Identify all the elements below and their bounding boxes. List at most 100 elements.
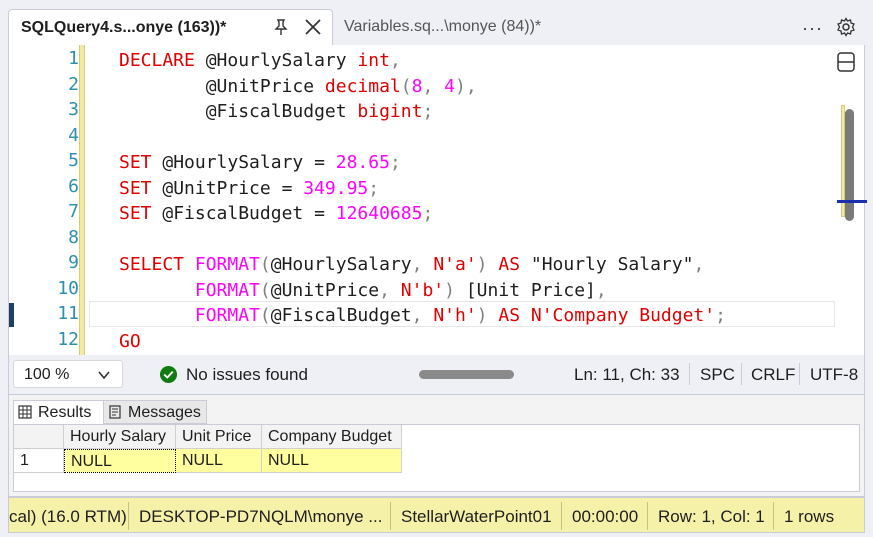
server-version: cal) (16.0 RTM) [9, 507, 127, 526]
divider [561, 502, 562, 530]
line-number: 5 [68, 150, 79, 171]
code-token: ; [368, 177, 380, 199]
pin-icon[interactable] [271, 17, 291, 37]
code-token: , [379, 279, 401, 301]
grid-cell[interactable]: NULL [64, 449, 176, 473]
code-token: , [389, 50, 401, 71]
gear-icon[interactable] [836, 17, 856, 37]
tab-sqlquery4-title: SQLQuery4.s...onye (163))* [21, 19, 227, 36]
vertical-scrollbar[interactable] [837, 105, 867, 355]
row-col-position: Row: 1, Col: 1 [658, 507, 765, 526]
line-ending[interactable]: CRLF [751, 365, 795, 385]
editor-status-bar: 100 % No issues found Ln: 11, Ch: 33 SPC… [8, 355, 865, 395]
code-line[interactable]: SELECT FORMAT(@HourlySalary, N'a') AS "H… [119, 252, 704, 277]
code-token: , [422, 75, 445, 97]
grid-cell[interactable]: NULL [176, 449, 262, 473]
divider [390, 502, 391, 530]
code-token: ) [476, 305, 499, 326]
close-icon[interactable] [303, 17, 323, 37]
code-line[interactable]: @UnitPrice decimal(8, 4), [119, 74, 477, 99]
line-number: 10 [57, 277, 79, 299]
code-token: AS [498, 254, 531, 275]
code-token: N'a' [433, 254, 477, 275]
code-token: @HourlySalary [270, 254, 412, 275]
change-tracking-bar [79, 45, 85, 355]
indent-mode[interactable]: SPC [700, 365, 735, 385]
grid-cell[interactable]: NULL [262, 449, 402, 473]
split-editor-icon[interactable] [835, 51, 857, 73]
tab-messages-label: Messages [128, 404, 201, 421]
tab-variables[interactable]: Variables.sq...\monye (84))* [334, 9, 594, 45]
code-token: , [411, 254, 434, 275]
line-number: 11 [57, 303, 79, 324]
login-name: DESKTOP-PD7NQLM\monye ... [139, 507, 383, 526]
divider [689, 363, 690, 385]
row-count: 1 rows [784, 507, 835, 526]
code-token: 12640685 [335, 203, 423, 224]
code-token: ), [454, 75, 477, 97]
elapsed-time: 00:00:00 [572, 507, 639, 526]
code-token: ) [444, 279, 466, 301]
code-token: @UnitPrice = [162, 177, 304, 199]
code-line[interactable]: FORMAT(@UnitPrice, N'b') [Unit Price], [119, 278, 607, 303]
code-token: @UnitPrice [270, 279, 380, 301]
code-token: GO [119, 330, 141, 352]
divider [773, 502, 774, 530]
encoding[interactable]: UTF-8 [810, 365, 858, 385]
code-token: "Hourly Salary" [530, 254, 694, 275]
code-token: N'Company Budget' [530, 305, 716, 326]
line-number: 2 [68, 73, 79, 95]
horizontal-scroll-thumb[interactable] [419, 370, 514, 379]
tab-variables-title: Variables.sq...\monye (84))* [344, 18, 542, 35]
vertical-scroll-thumb[interactable] [845, 109, 854, 221]
code-token: 8 [411, 75, 423, 97]
check-circle-icon [159, 365, 178, 384]
cursor-position[interactable]: Ln: 11, Ch: 33 [574, 365, 680, 385]
line-number-gutter: 1 2 3 4 5 6 7 8 9 10 11 12 [9, 45, 79, 355]
code-line[interactable]: DECLARE @HourlySalary int, [119, 48, 401, 73]
code-token: , [595, 279, 607, 301]
query-status-bar: cal) (16.0 RTM) DESKTOP-PD7NQLM\monye ..… [8, 497, 865, 533]
code-line[interactable]: SET @HourlySalary = 28.65; [119, 150, 401, 175]
query-editor[interactable]: 1 2 3 4 5 6 7 8 9 10 11 12 DECLARE @HourlySalary in… [8, 45, 867, 355]
caret-position-marker [837, 200, 867, 203]
code-token: SET [119, 177, 163, 199]
more-icon[interactable]: ··· [802, 18, 823, 39]
code-line[interactable]: SET @UnitPrice = 349.95; [119, 176, 379, 201]
code-token: 349.95 [303, 177, 369, 199]
code-token: ( [259, 305, 271, 326]
issues-status[interactable]: No issues found [186, 365, 308, 385]
code-token: 4 [444, 75, 455, 97]
column-header[interactable]: Unit Price [176, 425, 262, 449]
tab-messages[interactable]: Messages [103, 400, 207, 424]
code-token: @UnitPrice [119, 75, 325, 97]
code-area[interactable]: DECLARE @HourlySalary int, @UnitPrice de… [119, 45, 829, 355]
tab-sqlquery4[interactable]: SQLQuery4.s...onye (163))* [8, 9, 333, 45]
zoom-value: 100 % [24, 366, 70, 383]
column-header[interactable]: Company Budget [262, 425, 402, 449]
results-pane: Results Messages Hourly Salary Unit Pric… [8, 395, 865, 497]
code-line[interactable]: GO [119, 329, 141, 354]
code-line[interactable]: SET @FiscalBudget = 12640685; [119, 201, 433, 226]
code-line[interactable]: FORMAT(@FiscalBudget, N'h') AS N'Company… [119, 303, 726, 328]
code-token: FORMAT [194, 305, 260, 326]
results-grid[interactable]: Hourly Salary Unit Price Company Budget … [13, 424, 860, 492]
code-token: DECLARE [119, 50, 206, 71]
code-token: AS [498, 305, 531, 326]
code-token: FORMAT [194, 279, 260, 301]
divider [741, 363, 742, 385]
zoom-dropdown[interactable]: 100 % [13, 360, 123, 388]
code-token: ; [389, 152, 401, 173]
code-token: SET [119, 203, 163, 224]
code-line[interactable]: @FiscalBudget bigint; [119, 99, 434, 124]
code-token: @FiscalBudget = [162, 203, 336, 224]
line-number: 8 [68, 226, 79, 248]
code-token: @HourlySalary = [162, 152, 336, 173]
column-header[interactable]: Hourly Salary [64, 425, 176, 449]
tab-results[interactable]: Results [13, 400, 105, 424]
grid-corner[interactable] [14, 425, 64, 449]
code-token: ( [259, 254, 271, 275]
row-number[interactable]: 1 [14, 449, 64, 473]
